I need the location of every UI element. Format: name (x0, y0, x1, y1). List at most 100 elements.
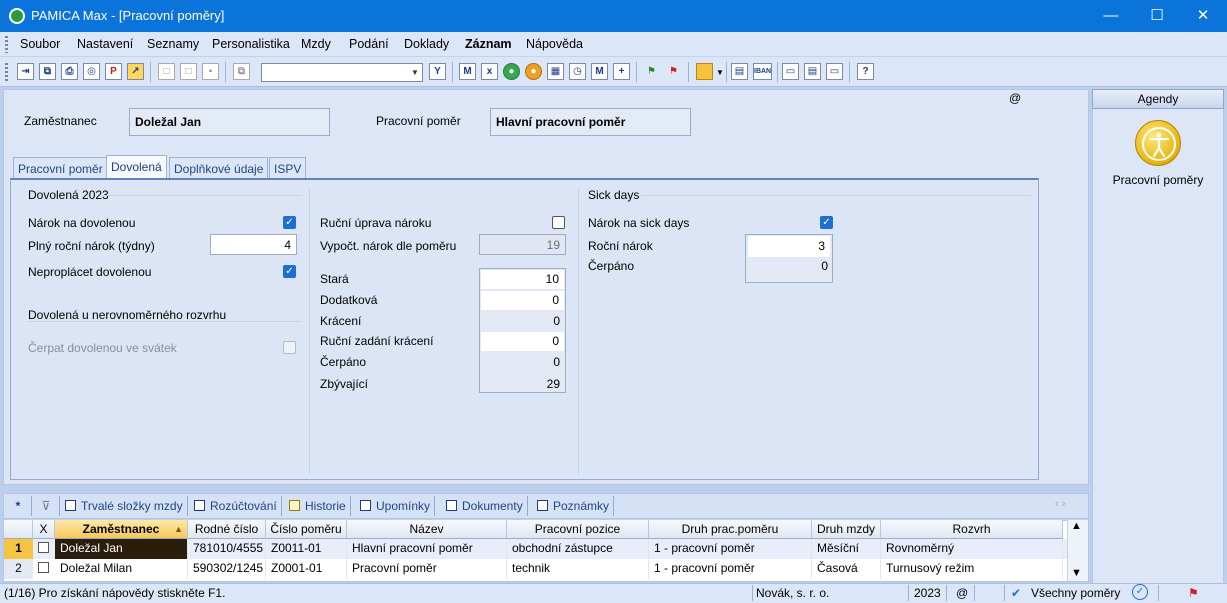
m2-icon[interactable]: M (591, 63, 608, 80)
window-icon[interactable]: ▤ (804, 63, 821, 80)
menu-soubor[interactable]: Soubor (20, 37, 60, 51)
monitor-icon[interactable]: ▭ (782, 63, 799, 80)
close-button[interactable]: ✕ (1180, 0, 1226, 32)
column-header-birth[interactable]: Rodné číslo (188, 520, 266, 539)
check-icon[interactable]: ✔ (1011, 586, 1021, 600)
cell-position[interactable]: obchodní zástupce (507, 539, 649, 559)
cell-employee[interactable]: Doležal Milan (55, 559, 188, 579)
folder-icon[interactable] (696, 63, 713, 80)
menu-personalistika[interactable]: Personalistika (212, 37, 290, 51)
export-icon[interactable]: ↗ (127, 63, 144, 80)
tab-dokumenty[interactable]: Dokumenty (442, 496, 528, 516)
column-header-x[interactable]: X (33, 520, 55, 539)
column-header-type[interactable]: Druh prac.poměru (649, 520, 812, 539)
column-header-number[interactable]: Číslo poměru (266, 520, 347, 539)
print-icon[interactable]: ⎙ (61, 63, 78, 80)
ix-icon[interactable]: x (481, 63, 498, 80)
manual-adjust-checkbox[interactable] (552, 216, 565, 229)
holiday-checkbox[interactable] (283, 341, 296, 354)
scroll-up-icon[interactable]: ▲ (1071, 520, 1082, 532)
row-number[interactable]: 2 (4, 559, 33, 579)
cell-type[interactable]: 1 - pracovní poměr (649, 559, 812, 579)
agendy-header[interactable]: Agendy (1092, 89, 1224, 109)
column-header-wage[interactable]: Druh mzdy (812, 520, 881, 539)
folder-dropdown-icon[interactable]: ▼ (716, 68, 724, 77)
clipboard-icon[interactable]: ⧉ (233, 63, 250, 80)
agenda-item-label[interactable]: Pracovní poměry (1092, 173, 1224, 187)
column-header-employee[interactable]: Zaměstnanec ▲ (55, 520, 188, 539)
row-checkbox[interactable] (38, 542, 49, 553)
cell-number[interactable]: Z0011-01 (266, 539, 347, 559)
cell-type[interactable]: 1 - pracovní poměr (649, 539, 812, 559)
flag-red-icon[interactable]: ⚑ (665, 63, 682, 80)
sick-entitlement-checkbox[interactable]: ✓ (820, 216, 833, 229)
menu-napoveda[interactable]: Nápověda (526, 37, 583, 51)
sick-annual-input[interactable]: 3 (748, 236, 830, 257)
filter-icon[interactable]: Y (429, 63, 446, 80)
additional-input[interactable]: 0 (481, 291, 564, 310)
column-header-position[interactable]: Pracovní pozice (507, 520, 649, 539)
clock-icon[interactable]: ◷ (569, 63, 586, 80)
save-icon[interactable]: ▪ (202, 63, 219, 80)
m-icon[interactable]: M (459, 63, 476, 80)
tab-upominky[interactable]: Upomínky (356, 496, 436, 516)
calc-icon[interactable]: ▤ (731, 63, 748, 80)
confirm-icon[interactable]: ✓ (1132, 584, 1148, 600)
cell-position[interactable]: technik (507, 559, 649, 579)
column-header-name[interactable]: Název (347, 520, 507, 539)
add-icon[interactable]: + (613, 63, 630, 80)
cell-wage[interactable]: Časová (812, 559, 881, 579)
chevron-down-icon[interactable]: ▼ (408, 64, 422, 81)
copy-icon[interactable]: ⧉ (39, 63, 56, 80)
tab-scroll-arrows[interactable]: ‹ › (1055, 498, 1065, 510)
accessibility-icon[interactable] (1135, 120, 1181, 166)
entitlement-checkbox[interactable]: ✓ (283, 216, 296, 229)
cell-wage[interactable]: Měsíční (812, 539, 881, 559)
menu-seznamy[interactable]: Seznamy (147, 37, 199, 51)
no-pay-checkbox[interactable]: ✓ (283, 265, 296, 278)
calendar-icon[interactable]: ▦ (547, 63, 564, 80)
tab-historie[interactable]: Historie (285, 496, 351, 516)
maximize-button[interactable]: ☐ (1134, 0, 1180, 32)
filter-funnel-icon[interactable]: ⊽ (33, 496, 60, 516)
menu-zaznam[interactable]: Záznam (465, 37, 512, 51)
star-tab[interactable]: * (5, 496, 32, 516)
scroll-down-icon[interactable]: ▼ (1071, 567, 1082, 579)
cell-birth[interactable]: 781010/4555 (188, 539, 266, 559)
screen-icon[interactable]: ▭ (826, 63, 843, 80)
tab-pracovni-pomer[interactable]: Pracovní poměr (13, 157, 108, 179)
preview-icon[interactable]: ◎ (83, 63, 100, 80)
help-icon[interactable]: ? (857, 63, 874, 80)
iban-icon[interactable]: IBAN (753, 63, 772, 80)
old-input[interactable]: 10 (481, 270, 564, 289)
column-header-schedule[interactable]: Rozvrh (881, 520, 1063, 539)
flag-icon[interactable]: ⚑ (1188, 586, 1199, 600)
person-green-icon[interactable]: ● (503, 63, 520, 80)
cell-schedule[interactable]: Turnusový režim (881, 559, 1063, 579)
tab-doplnkove-udaje[interactable]: Doplňkové údaje (169, 157, 269, 179)
edit-icon[interactable]: □ (180, 63, 197, 80)
tab-dovolena[interactable]: Dovolená (106, 155, 167, 179)
person-orange-icon[interactable]: ● (525, 63, 542, 80)
title-bar[interactable]: PAMICA Max - [Pracovní poměry] — ☐ ✕ (0, 0, 1227, 32)
new-icon[interactable]: □ (158, 63, 175, 80)
cell-birth[interactable]: 590302/1245 (188, 559, 266, 579)
row-checkbox[interactable] (38, 562, 49, 573)
status-filter[interactable]: Všechny poměry (1031, 586, 1120, 600)
filter-combo[interactable]: ▼ (261, 63, 423, 82)
row-number[interactable]: 1 (4, 539, 33, 559)
cell-name[interactable]: Hlavní pracovní poměr (347, 539, 507, 559)
menu-doklady[interactable]: Doklady (404, 37, 449, 51)
menu-podani[interactable]: Podání (349, 37, 389, 51)
menu-nastaveni[interactable]: Nastavení (77, 37, 133, 51)
flag-green-icon[interactable]: ⚑ (643, 63, 660, 80)
exit-icon[interactable]: ⇥ (17, 63, 34, 80)
manual-reduction-input[interactable]: 0 (481, 332, 564, 351)
full-annual-input[interactable]: 4 (210, 234, 297, 255)
cell-schedule[interactable]: Rovnoměrný (881, 539, 1063, 559)
tab-ispv[interactable]: ISPV (269, 157, 307, 179)
cell-name[interactable]: Pracovní poměr (347, 559, 507, 579)
cell-number[interactable]: Z0001-01 (266, 559, 347, 579)
tab-poznamky[interactable]: Poznámky (533, 496, 615, 516)
tab-trvale-slozky[interactable]: Trvalé složky mzdy (61, 496, 188, 516)
